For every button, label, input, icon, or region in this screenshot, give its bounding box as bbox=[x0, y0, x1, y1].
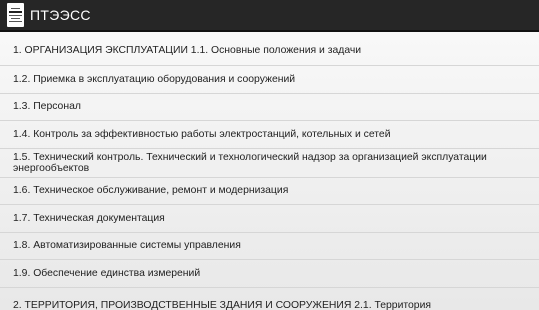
toc-item-label: 1.6. Техническое обслуживание, ремонт и … bbox=[13, 185, 289, 197]
toc-item-1-5[interactable]: 1.5. Технический контроль. Технический и… bbox=[0, 149, 539, 178]
toc-item-label: 1.4. Контроль за эффективностью работы э… bbox=[13, 128, 391, 140]
toc-item-2[interactable]: 2. ТЕРРИТОРИЯ, ПРОИЗВОДСТВЕННЫЕ ЗДАНИЯ И… bbox=[0, 288, 539, 310]
toc-item-label: 1.5. Технический контроль. Технический и… bbox=[13, 152, 487, 174]
toc-item-label: 1.9. Обеспечение единства измерений bbox=[13, 267, 201, 279]
toc-item-label: 1.7. Техническая документация bbox=[13, 212, 165, 224]
toc-item-label: 2. ТЕРРИТОРИЯ, ПРОИЗВОДСТВЕННЫЕ ЗДАНИЯ И… bbox=[13, 299, 432, 310]
toc-item-1-3[interactable]: 1.3. Персонал bbox=[0, 94, 539, 121]
toc-item-1-8[interactable]: 1.8. Автоматизированные системы управлен… bbox=[0, 233, 539, 260]
toc-item-1[interactable]: 1. ОРГАНИЗАЦИЯ ЭКСПЛУАТАЦИИ 1.1. Основны… bbox=[0, 32, 539, 66]
app-window: ПТЭЭСС 1. ОРГАНИЗАЦИЯ ЭКСПЛУАТАЦИИ 1.1. … bbox=[0, 0, 539, 310]
toc-item-1-6[interactable]: 1.6. Техническое обслуживание, ремонт и … bbox=[0, 178, 539, 205]
app-title: ПТЭЭСС bbox=[30, 7, 91, 23]
toc-item-1-4[interactable]: 1.4. Контроль за эффективностью работы э… bbox=[0, 121, 539, 149]
action-bar: ПТЭЭСС bbox=[0, 0, 539, 32]
document-book-icon[interactable] bbox=[7, 3, 24, 27]
toc-item-label: 1. ОРГАНИЗАЦИЯ ЭКСПЛУАТАЦИИ 1.1. Основны… bbox=[13, 45, 362, 56]
toc-item-1-9[interactable]: 1.9. Обеспечение единства измерений bbox=[0, 260, 539, 288]
toc-item-label: 1.8. Автоматизированные системы управлен… bbox=[13, 240, 241, 252]
toc-item-1-2[interactable]: 1.2. Приемка в эксплуатацию оборудования… bbox=[0, 66, 539, 94]
toc-item-1-7[interactable]: 1.7. Техническая документация bbox=[0, 205, 539, 233]
toc-item-label: 1.2. Приемка в эксплуатацию оборудования… bbox=[13, 73, 296, 85]
toc-item-label: 1.3. Персонал bbox=[13, 101, 81, 113]
toc-list: 1. ОРГАНИЗАЦИЯ ЭКСПЛУАТАЦИИ 1.1. Основны… bbox=[0, 32, 539, 310]
